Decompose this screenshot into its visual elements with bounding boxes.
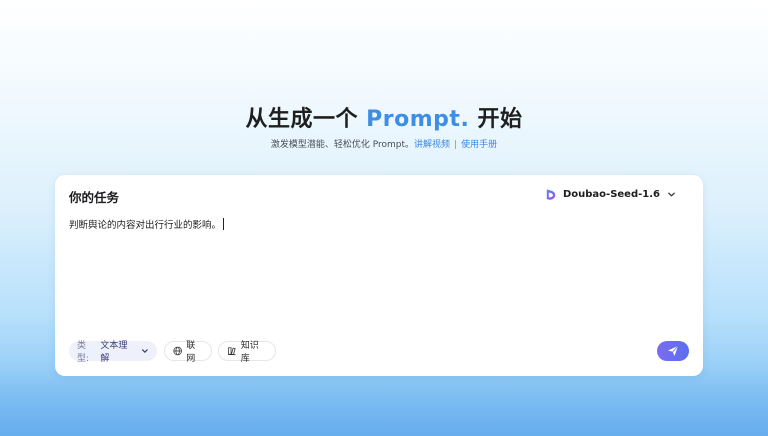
model-name: Doubao-Seed-1.6 bbox=[562, 189, 660, 200]
model-selector[interactable]: Doubao-Seed-1.6 bbox=[544, 188, 676, 201]
page-title: 从生成一个 Prompt. 开始 bbox=[0, 101, 768, 133]
chevron-down-icon bbox=[668, 192, 675, 197]
type-value: 文本理解 bbox=[100, 341, 128, 364]
link-separator: | bbox=[454, 140, 458, 150]
background-glow bbox=[0, 366, 768, 436]
manual-link[interactable]: 使用手册 bbox=[461, 140, 497, 150]
doubao-logo-icon bbox=[546, 189, 556, 200]
task-input-text: 判断舆论的内容对出行行业的影响。 bbox=[69, 220, 222, 231]
type-selector[interactable]: 类型: 文本理解 bbox=[69, 341, 157, 364]
title-suffix: 开始 bbox=[477, 107, 523, 132]
text-caret bbox=[223, 218, 225, 230]
subtitle-text: 激发模型潜能、轻松优化 Prompt。 bbox=[270, 140, 415, 150]
title-prefix: 从生成一个 bbox=[245, 107, 358, 132]
globe-icon bbox=[173, 346, 182, 356]
video-link[interactable]: 讲解视频 bbox=[414, 140, 450, 150]
web-label: 联网 bbox=[186, 341, 196, 364]
paper-plane-icon bbox=[668, 345, 679, 356]
card-title: 你的任务 bbox=[69, 190, 120, 205]
book-icon bbox=[228, 347, 236, 356]
knowledge-base-button[interactable]: 知识库 bbox=[218, 341, 276, 364]
web-search-toggle[interactable]: 联网 bbox=[164, 341, 212, 364]
kb-label: 知识库 bbox=[240, 341, 259, 364]
page-subtitle: 激发模型潜能、轻松优化 Prompt。讲解视频 | 使用手册 bbox=[0, 137, 768, 150]
title-accent: Prompt. bbox=[366, 107, 470, 132]
type-label: 类型: bbox=[77, 341, 90, 364]
task-input[interactable]: 判断舆论的内容对出行行业的影响。 bbox=[69, 217, 225, 231]
send-button[interactable] bbox=[657, 341, 689, 361]
chevron-down-icon bbox=[142, 349, 149, 353]
task-card: 你的任务 Doubao-Seed-1.6 判断舆论的内容对出行行业的影响。 类型… bbox=[55, 175, 703, 376]
